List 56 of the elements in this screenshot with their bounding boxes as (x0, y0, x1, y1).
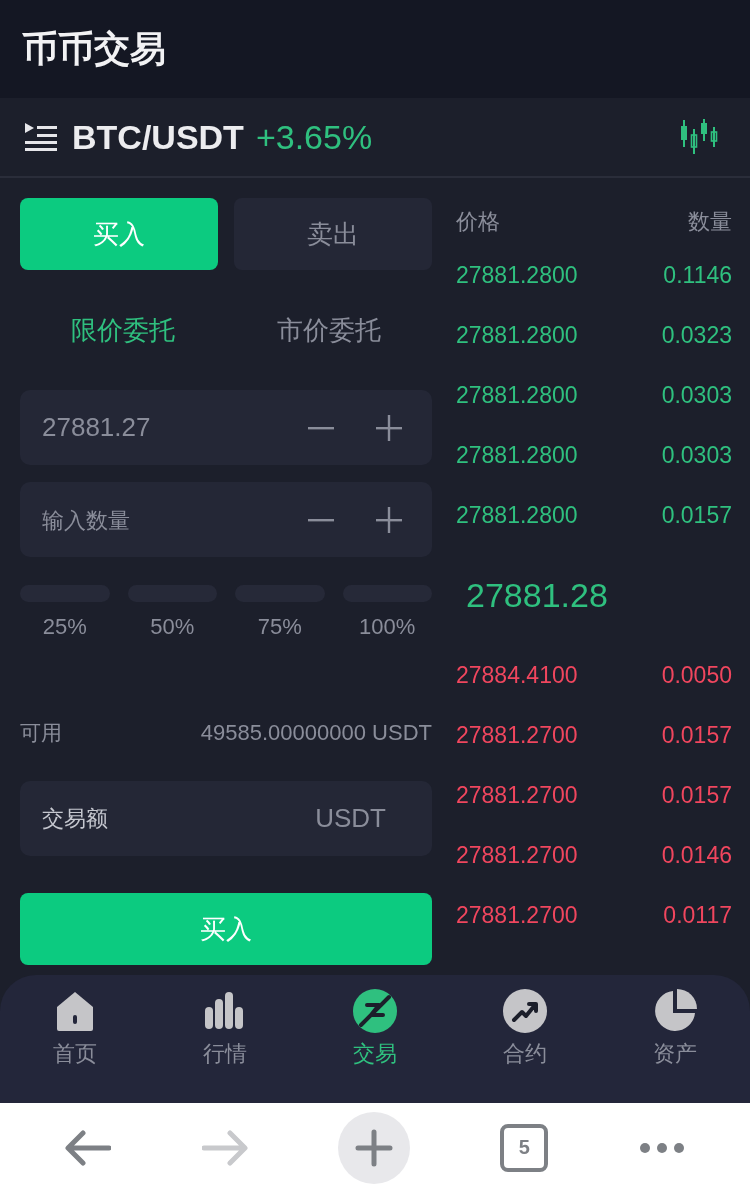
nav-tab[interactable]: 资产 (630, 989, 720, 1069)
order-amount: 0.0117 (663, 901, 732, 929)
order-price: 27881.2800 (456, 501, 578, 529)
order-amount: 0.0146 (661, 841, 732, 869)
nav-tab[interactable]: 首页 (30, 989, 120, 1069)
tab-count-button[interactable]: 5 (500, 1123, 549, 1172)
percent-label[interactable]: 25% (42, 614, 87, 640)
amount-field[interactable]: 输入数量 (42, 504, 266, 535)
order-type-tab[interactable]: 限价委托 (20, 312, 226, 348)
order-price: 27881.2700 (456, 781, 578, 809)
side-tab[interactable]: 卖出 (234, 198, 432, 270)
nav-tab[interactable]: 交易 (330, 989, 420, 1069)
order-price: 27881.2800 (456, 381, 578, 409)
column-header: 数量 (688, 208, 732, 236)
percent-label[interactable]: 100% (359, 614, 416, 640)
order-type-tab[interactable]: 市价委托 (226, 312, 432, 348)
price-field[interactable]: 27881.27 (42, 412, 266, 443)
available-balance: 49585.00000000 USDT (200, 720, 432, 746)
order-amount: 0.0157 (661, 501, 732, 529)
nav-tab[interactable]: 合约 (480, 989, 570, 1069)
order-amount: 0.0157 (661, 721, 732, 749)
pie-chart-icon (653, 989, 697, 1033)
order-price: 27881.2700 (456, 841, 578, 869)
order-amount: 0.0323 (661, 321, 732, 349)
total-field[interactable]: 交易额 USDT (20, 781, 432, 856)
order-amount: 0.0303 (661, 441, 732, 469)
page-title: 币币交易 (22, 26, 166, 71)
percent-label[interactable]: 50% (150, 614, 195, 640)
plus-icon[interactable] (376, 414, 402, 441)
list-menu-icon[interactable] (24, 122, 58, 152)
order-price: 27881.2700 (456, 721, 578, 749)
nav-tab[interactable]: 行情 (180, 989, 270, 1069)
order-price: 27881.2800 (456, 441, 578, 469)
trend-up-icon (503, 989, 547, 1033)
percent-label[interactable]: 75% (257, 614, 302, 640)
plus-icon[interactable] (376, 506, 402, 533)
currency-unit: USDT (315, 803, 386, 834)
order-amount: 0.0050 (661, 661, 732, 689)
price-change: +3.65% (255, 117, 373, 157)
back-arrow-icon[interactable] (65, 1129, 112, 1166)
order-amount: 0.0303 (661, 381, 732, 409)
candlestick-chart-icon[interactable] (680, 119, 718, 155)
order-price: 27881.2700 (456, 901, 578, 929)
exchange-icon (353, 989, 397, 1033)
new-tab-button[interactable] (337, 1111, 410, 1184)
order-amount: 0.1146 (663, 261, 732, 289)
more-icon[interactable] (638, 1141, 685, 1154)
order-price: 27881.2800 (456, 261, 578, 289)
column-header: 价格 (456, 208, 500, 236)
order-amount: 0.0157 (661, 781, 732, 809)
order-price: 27884.4100 (456, 661, 578, 689)
last-price: 27881.28 (466, 575, 608, 615)
available-label: 可用 (20, 720, 62, 747)
order-price: 27881.2800 (456, 321, 578, 349)
total-label: 交易额 (42, 804, 108, 833)
pair-symbol: BTC/USDT (72, 117, 244, 157)
